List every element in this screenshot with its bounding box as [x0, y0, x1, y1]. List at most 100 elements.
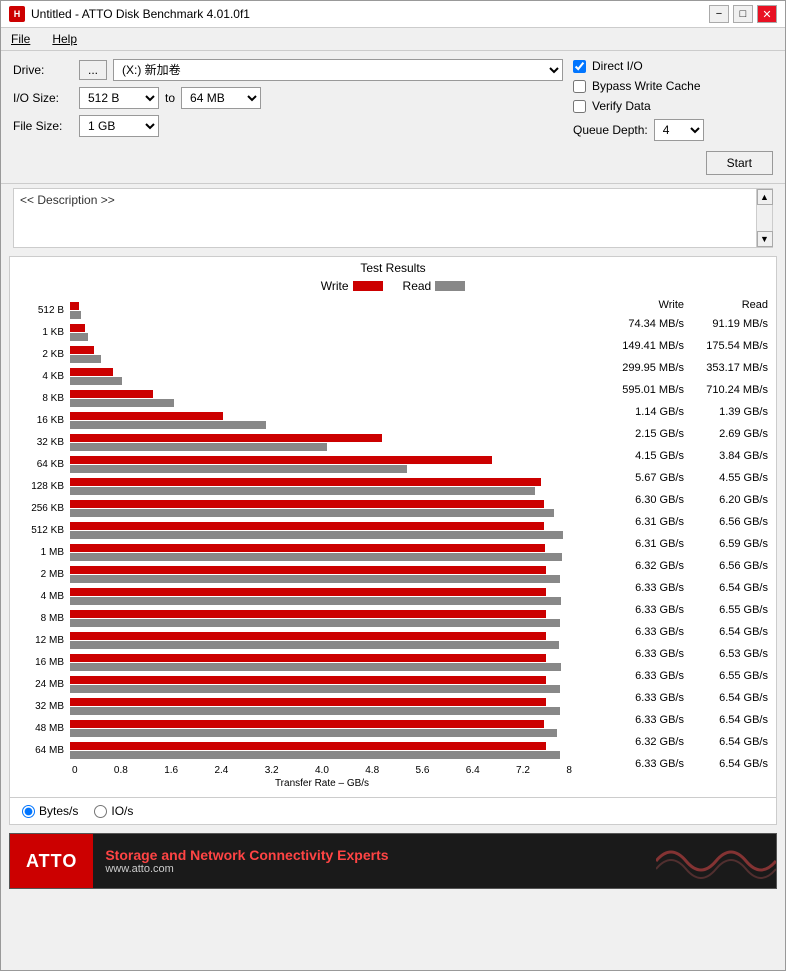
window-title: Untitled - ATTO Disk Benchmark 4.01.0f1: [31, 7, 250, 21]
bar-read: [70, 399, 174, 407]
table-row: 6.31 GB/s6.59 GB/s: [584, 533, 768, 555]
scroll-up-arrow[interactable]: ▲: [757, 189, 773, 205]
write-cell: 5.67 GB/s: [604, 472, 684, 484]
x-axis-label: 6.4: [466, 765, 480, 776]
bar-write: [70, 610, 546, 618]
table-row: 6.32 GB/s 6.56 GB/s: [584, 555, 768, 577]
table-row: 6.33 GB/s6.55 GB/s: [584, 665, 768, 687]
bar-read: [70, 487, 535, 495]
io-to-select[interactable]: 64 MB: [181, 87, 261, 109]
bar-label: 12 MB: [18, 635, 68, 646]
bar-read: [70, 465, 407, 473]
table-row: 6.33 GB/s6.54 GB/s: [584, 621, 768, 643]
table-row: 6.31 GB/s6.56 GB/s: [584, 511, 768, 533]
x-axis-label: 1.6: [164, 765, 178, 776]
bar-label: 512 B: [18, 305, 68, 316]
bar-write: [70, 566, 546, 574]
description-scrollbar[interactable]: ▲ ▼: [756, 189, 772, 247]
io-from-select[interactable]: 512 B: [79, 87, 159, 109]
write-cell: 6.32 GB/s: [604, 560, 684, 572]
menu-file[interactable]: File: [5, 30, 36, 48]
main-window: H Untitled - ATTO Disk Benchmark 4.01.0f…: [0, 0, 786, 971]
bytes-s-radio-item: Bytes/s: [22, 804, 78, 818]
bar-label: 32 KB: [18, 437, 68, 448]
drive-row: Drive: ... (X:) 新加卷: [13, 59, 563, 81]
minimize-button[interactable]: −: [709, 5, 729, 23]
chart-legend: Write Read: [10, 277, 776, 295]
queue-depth-select[interactable]: 4: [654, 119, 704, 141]
bar-label: 4 MB: [18, 591, 68, 602]
drive-browse-button[interactable]: ...: [79, 60, 107, 80]
direct-io-checkbox[interactable]: [573, 60, 586, 73]
bar-write: [70, 522, 544, 530]
read-cell: 6.54 GB/s: [688, 692, 768, 704]
footer-tagline: Storage and Network Connectivity Experts: [105, 847, 644, 863]
io-size-row: I/O Size: 512 B to 64 MB: [13, 87, 563, 109]
bar-group: [70, 676, 572, 693]
read-cell: 6.56 GB/s: [688, 560, 768, 572]
bar-label: 256 KB: [18, 503, 68, 514]
bar-group: [70, 368, 572, 385]
chart-bar-row: 4 MB: [18, 585, 572, 607]
chart-bar-row: 4 KB: [18, 365, 572, 387]
bar-write: [70, 302, 79, 310]
verify-data-label: Verify Data: [592, 99, 651, 113]
write-cell: 74.34 MB/s: [604, 318, 684, 330]
table-row: 6.30 GB/s6.20 GB/s: [584, 489, 768, 511]
footer-text-area: Storage and Network Connectivity Experts…: [93, 843, 656, 879]
io-s-label: IO/s: [111, 804, 133, 818]
x-axis-label: 0.8: [114, 765, 128, 776]
start-button[interactable]: Start: [706, 151, 773, 175]
bar-read: [70, 619, 560, 627]
chart-bar-row: 32 MB: [18, 695, 572, 717]
bytes-s-radio[interactable]: [22, 805, 35, 818]
write-cell: 6.33 GB/s: [604, 626, 684, 638]
chart-bar-row: 2 KB: [18, 343, 572, 365]
results-title: Test Results: [10, 257, 776, 277]
read-cell: 6.54 GB/s: [688, 758, 768, 770]
chart-bar-row: 16 MB: [18, 651, 572, 673]
write-cell: 6.30 GB/s: [604, 494, 684, 506]
bar-group: [70, 742, 572, 759]
bar-label: 8 KB: [18, 393, 68, 404]
read-cell: 6.55 GB/s: [688, 670, 768, 682]
x-axis: 00.81.62.43.24.04.85.66.47.28: [18, 761, 572, 778]
file-size-select[interactable]: 1 GB: [79, 115, 159, 137]
footer-wave-icon: [656, 833, 776, 889]
bar-write: [70, 346, 94, 354]
bar-read: [70, 597, 561, 605]
bar-group: [70, 390, 572, 407]
bar-read: [70, 311, 81, 319]
bar-read: [70, 751, 560, 759]
io-s-radio[interactable]: [94, 805, 107, 818]
read-cell: 6.54 GB/s: [688, 736, 768, 748]
footer-bar: ATTO Storage and Network Connectivity Ex…: [9, 833, 777, 889]
verify-data-checkbox[interactable]: [573, 100, 586, 113]
table-row: 6.32 GB/s6.54 GB/s: [584, 731, 768, 753]
atto-logo: ATTO: [10, 834, 93, 888]
read-cell: 3.84 GB/s: [688, 450, 768, 462]
bytes-s-label: Bytes/s: [39, 804, 78, 818]
write-cell: 6.33 GB/s: [604, 604, 684, 616]
bar-label: 24 MB: [18, 679, 68, 690]
table-row: 6.33 GB/s6.54 GB/s: [584, 577, 768, 599]
description-text: << Description >>: [14, 189, 756, 247]
drive-select[interactable]: (X:) 新加卷: [113, 59, 563, 81]
write-legend: Write: [321, 279, 383, 293]
data-table: Write Read 74.34 MB/s91.19 MB/s149.41 MB…: [576, 295, 776, 797]
chart-bar-row: 2 MB: [18, 563, 572, 585]
bypass-write-cache-row: Bypass Write Cache: [573, 79, 773, 93]
bar-write: [70, 632, 546, 640]
close-button[interactable]: ✕: [757, 5, 777, 23]
bar-write: [70, 368, 113, 376]
direct-io-row: Direct I/O: [573, 59, 773, 73]
scroll-down-arrow[interactable]: ▼: [757, 231, 773, 247]
write-cell: 6.33 GB/s: [604, 648, 684, 660]
bypass-write-cache-checkbox[interactable]: [573, 80, 586, 93]
chart-bar-row: 512 B: [18, 299, 572, 321]
bar-read: [70, 509, 554, 517]
menu-help[interactable]: Help: [46, 30, 83, 48]
bar-write: [70, 654, 546, 662]
maximize-button[interactable]: □: [733, 5, 753, 23]
bar-group: [70, 720, 572, 737]
